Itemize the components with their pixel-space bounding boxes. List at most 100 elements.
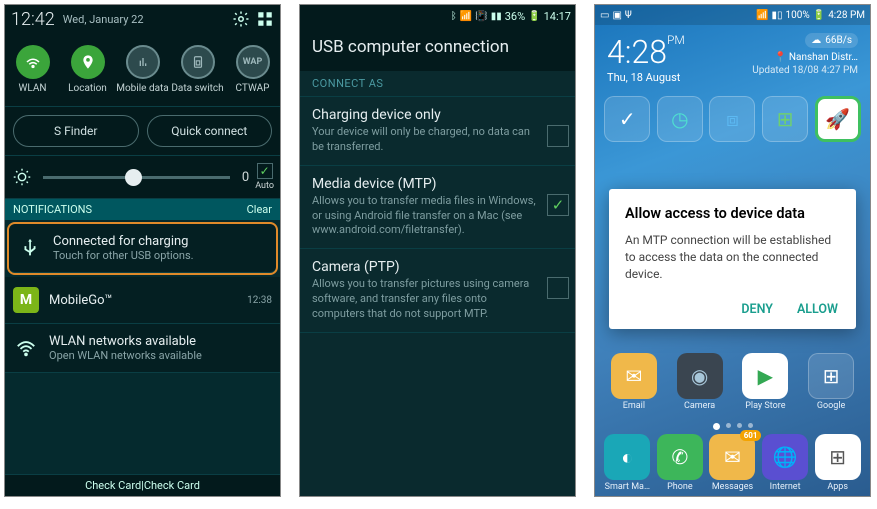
widget-1[interactable]: ✓: [604, 96, 650, 142]
app-playstore[interactable]: ▶ Play Store: [739, 353, 791, 411]
notification-title: Connected for charging: [53, 234, 268, 249]
mobile-data-icon: [126, 45, 160, 79]
home-clock-time: 4:28: [607, 33, 667, 71]
quick-connect-button[interactable]: Quick connect: [147, 115, 273, 147]
brightness-slider[interactable]: [43, 176, 230, 179]
dock-messages[interactable]: ✉ Messages: [706, 434, 758, 492]
usb-icon: Ψ: [625, 10, 632, 21]
notification-title: WLAN networks available: [49, 334, 272, 349]
option-mtp[interactable]: Media device (MTP) Allows you to transfe…: [300, 165, 575, 249]
option-charging-only[interactable]: Charging device only Your device will on…: [300, 96, 575, 165]
allow-button[interactable]: ALLOW: [795, 296, 840, 323]
dialog-title: Allow access to device data: [625, 205, 840, 222]
status-time: 4:28 PM: [828, 10, 865, 21]
app-label: Apps: [827, 482, 848, 492]
widget-dropbox[interactable]: ⧈: [709, 96, 755, 142]
edit-tiles-icon[interactable]: [256, 10, 274, 28]
sfinder-button[interactable]: S Finder: [13, 115, 139, 147]
brightness-icon: [11, 166, 33, 188]
app-label: Phone: [667, 482, 693, 492]
phone-notification-panel: 12:42 Wed, January 22 WLAN Location Mobi…: [4, 4, 281, 497]
toggle-label: Data switch: [171, 83, 223, 94]
settings-icon[interactable]: [232, 10, 250, 28]
app-camera[interactable]: ◉ Camera: [674, 353, 726, 411]
dock-smart-manager[interactable]: ◐ Smart Ma…: [601, 434, 653, 492]
apps-icon: ⊞: [815, 434, 861, 480]
date: Wed, January 22: [63, 13, 226, 26]
option-title: Camera (PTP): [312, 259, 541, 275]
internet-icon: 🌐: [762, 434, 808, 480]
notification-subtitle: Touch for other USB options.: [53, 249, 268, 262]
widget-folder[interactable]: ⊞: [762, 96, 808, 142]
bluetooth-icon: ᛒ: [451, 11, 457, 22]
toggle-label: CTWAP: [236, 83, 270, 94]
dialog-body: An MTP connection will be established to…: [625, 232, 840, 282]
brightness-value: 0: [242, 170, 249, 185]
notification-mobilego[interactable]: M MobileGo™ 12:38: [5, 277, 280, 324]
notif-icon: ▭: [600, 10, 609, 21]
toggle-wlan[interactable]: WLAN: [5, 33, 60, 106]
deny-button[interactable]: DENY: [739, 296, 775, 323]
wifi-icon: [16, 45, 50, 79]
auto-brightness-toggle[interactable]: ✓ Auto: [255, 163, 274, 191]
home-indicator-icon: [713, 423, 720, 430]
notif-icon: ▣: [612, 10, 621, 21]
dock-internet[interactable]: 🌐 Internet: [759, 434, 811, 492]
option-desc: Your device will only be charged, no dat…: [312, 125, 541, 155]
page-indicator[interactable]: [595, 423, 870, 430]
phone-home-dialog: ▭ ▣ Ψ 📶 ▮▯ 100% 🔋 4:28 PM 4:28PM Thu, 18…: [594, 4, 871, 497]
checkbox-icon[interactable]: ✓: [547, 194, 569, 216]
option-ptp[interactable]: Camera (PTP) Allows you to transfer pict…: [300, 248, 575, 333]
phone-icon: ✆: [657, 434, 703, 480]
checkbox-icon[interactable]: [547, 277, 569, 299]
toggle-label: Location: [68, 83, 107, 94]
wap-icon: WAP: [236, 45, 270, 79]
battery-icon: 🔋: [528, 11, 540, 22]
option-title: Media device (MTP): [312, 176, 541, 192]
toggle-mobile-data[interactable]: Mobile data: [115, 33, 170, 106]
net-speed-badge: ☁ 66B/s: [805, 33, 858, 48]
app-label: Email: [623, 401, 645, 411]
toggle-data-switch[interactable]: Data switch: [170, 33, 225, 106]
messages-icon: ✉: [709, 434, 755, 480]
app-email[interactable]: ✉ Email: [608, 353, 660, 411]
home-widget-row: ✓ ◷ ⧈ ⊞ 🚀: [595, 88, 870, 150]
app-label: Google: [817, 401, 845, 411]
dock-phone[interactable]: ✆ Phone: [654, 434, 706, 492]
weather-widget[interactable]: ☁ 66B/s 📍 Nanshan Distr… Updated 18/08 4…: [752, 33, 858, 84]
home-header: 4:28PM Thu, 18 August ☁ 66B/s 📍 Nanshan …: [595, 25, 870, 88]
notification-time: 12:38: [247, 295, 272, 306]
section-label: CONNECT AS: [300, 71, 575, 96]
option-desc: Allows you to transfer pictures using ca…: [312, 277, 541, 322]
toggle-ctwap[interactable]: WAP CTWAP: [225, 33, 280, 106]
location-name: Nanshan Distr…: [789, 52, 858, 63]
wifi-icon: 📶: [460, 11, 472, 22]
checkbox-icon: ✓: [257, 163, 273, 179]
dot-icon: [737, 423, 742, 428]
notification-wlan[interactable]: WLAN networks available Open WLAN networ…: [5, 324, 280, 373]
cloud-icon: ☁: [811, 35, 821, 46]
notification-text: WLAN networks available Open WLAN networ…: [49, 334, 272, 362]
wifi-icon: [13, 335, 39, 361]
smart-manager-icon: ◐: [604, 434, 650, 480]
notification-usb-charging[interactable]: Connected for charging Touch for other U…: [9, 224, 276, 273]
widget-2[interactable]: ◷: [657, 96, 703, 142]
brightness-row: 0 ✓ Auto: [5, 155, 280, 199]
app-label: Internet: [770, 482, 801, 492]
battery-text: 100%: [786, 10, 810, 21]
mobilego-icon: M: [13, 287, 39, 313]
clear-button[interactable]: Clear: [247, 203, 272, 216]
checkbox-icon[interactable]: [547, 125, 569, 147]
updated-text: Updated 18/08 4:27 PM: [752, 65, 858, 76]
app-google-folder[interactable]: ⊞ Google: [805, 353, 857, 411]
email-icon: ✉: [611, 353, 657, 399]
notification-text: MobileGo™: [49, 293, 237, 308]
location-text: 📍 Nanshan Distr…: [752, 52, 858, 63]
app-label: Camera: [684, 401, 715, 411]
battery-icon: 🔋: [813, 10, 825, 21]
widget-boost[interactable]: 🚀: [815, 96, 861, 142]
home-clock[interactable]: 4:28PM: [607, 33, 685, 71]
dock-apps[interactable]: ⊞ Apps: [812, 434, 864, 492]
toggle-location[interactable]: Location: [60, 33, 115, 106]
home-date: Thu, 18 August: [607, 71, 685, 84]
